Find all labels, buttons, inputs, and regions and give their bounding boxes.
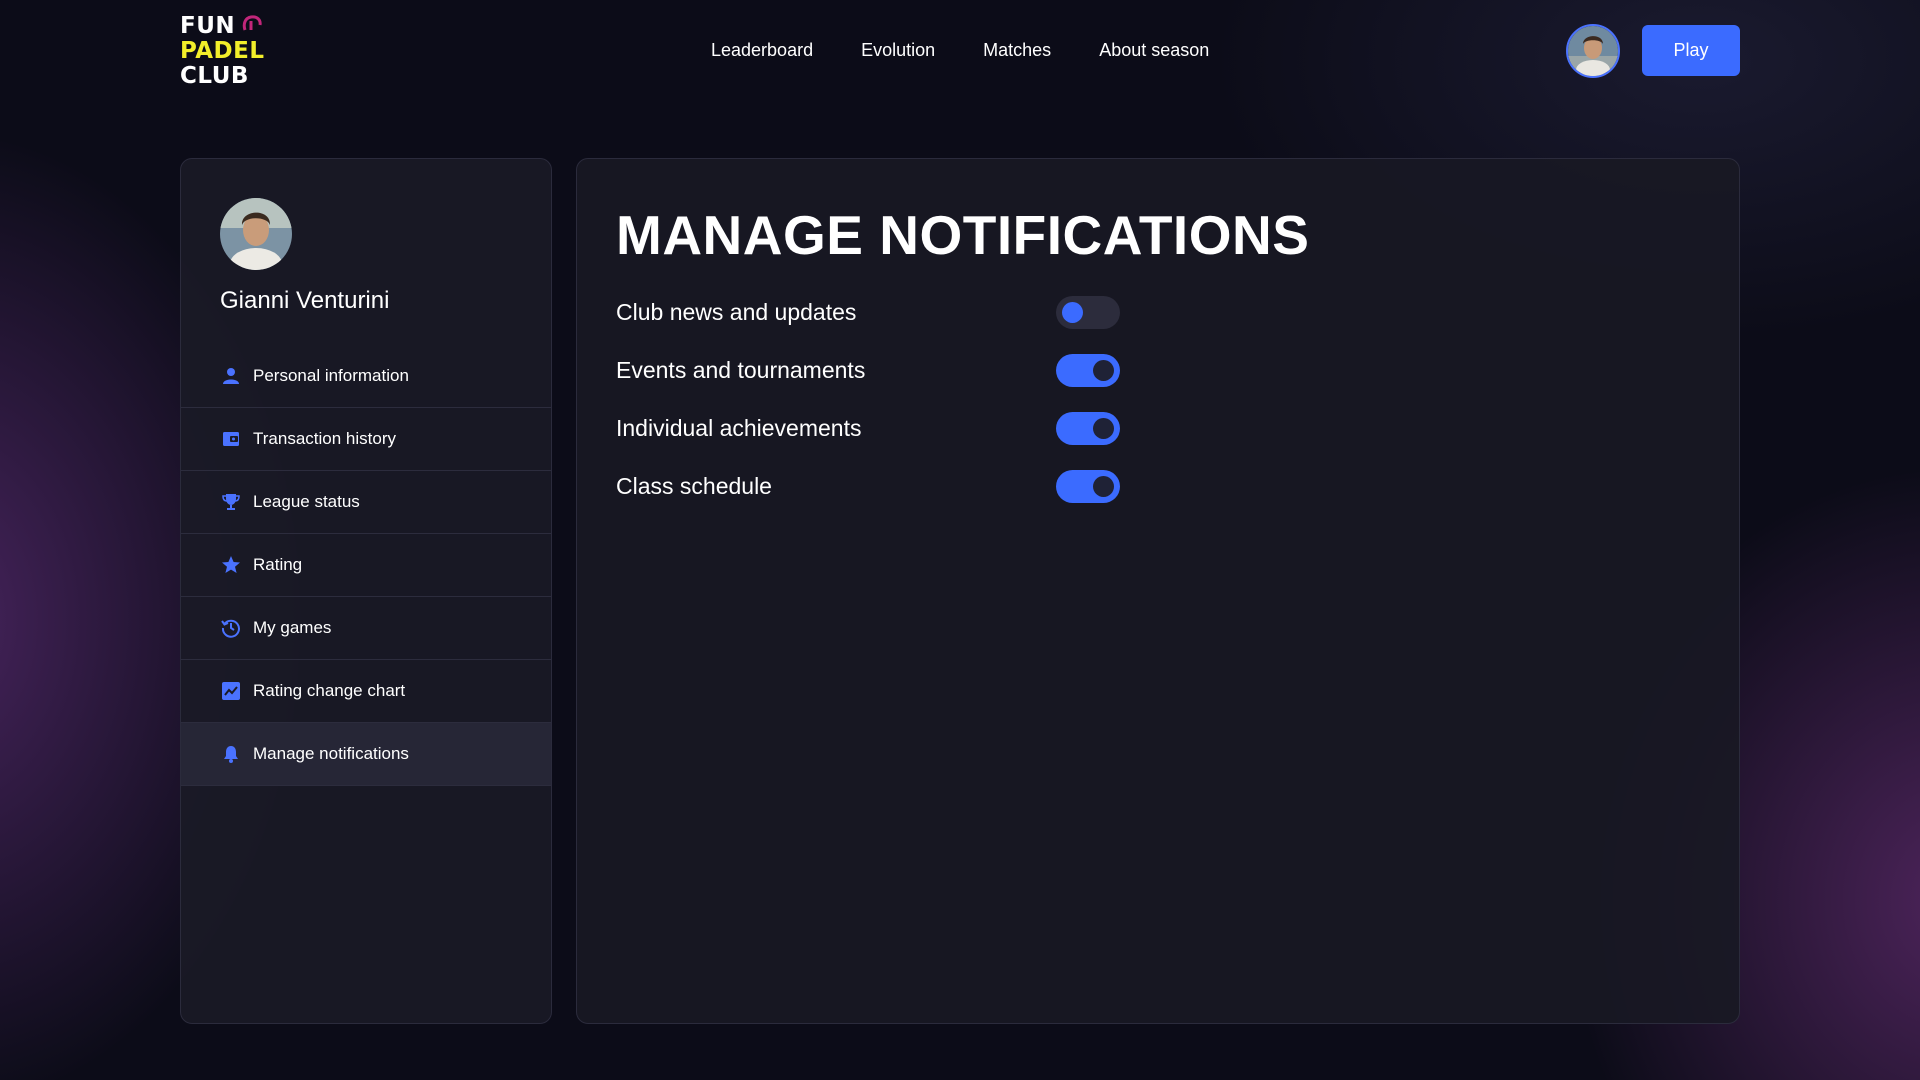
sidebar-item-label: Personal information [253, 366, 409, 385]
wallet-icon [221, 429, 241, 449]
history-icon [221, 618, 241, 638]
fun-padel-club-logo[interactable]: FUN PADEL CLUB [180, 14, 290, 90]
toggle-knob [1093, 476, 1114, 497]
toggle-knob [1062, 302, 1083, 323]
profile-name: Gianni Venturini [220, 287, 390, 314]
achievements-toggle[interactable] [1056, 412, 1120, 445]
nav-about-season[interactable]: About season [1099, 38, 1209, 62]
notifications-panel: MANAGE NOTIFICATIONS Club news and updat… [576, 158, 1740, 1024]
notification-row-class-schedule: Class schedule [616, 469, 1176, 505]
sidebar-item-manage-notifications[interactable]: Manage notifications [181, 723, 551, 786]
nav-evolution[interactable]: Evolution [861, 38, 935, 62]
notification-row-achievements: Individual achievements [616, 411, 1176, 447]
trophy-icon [221, 492, 241, 512]
page-title: MANAGE NOTIFICATIONS [616, 204, 1310, 266]
profile-sidebar: Gianni Venturini Personal information Tr… [180, 158, 552, 1024]
toggle-knob [1093, 360, 1114, 381]
chart-icon [221, 681, 241, 701]
star-icon [221, 555, 241, 575]
bell-icon [221, 744, 241, 764]
main-nav: Leaderboard Evolution Matches About seas… [711, 38, 1209, 62]
sidebar-item-label: League status [253, 492, 360, 511]
padel-racket-icon [242, 15, 262, 31]
notification-label: Club news and updates [616, 299, 857, 325]
nav-matches[interactable]: Matches [983, 38, 1051, 62]
top-header: FUN PADEL CLUB Leaderboard Evolution Mat… [0, 0, 1920, 110]
logo-line-3: CLUB [180, 63, 249, 89]
notification-label: Class schedule [616, 473, 772, 499]
sidebar-item-my-games[interactable]: My games [181, 597, 551, 660]
sidebar-item-label: Transaction history [253, 429, 396, 448]
notification-label: Individual achievements [616, 415, 862, 441]
notification-label: Events and tournaments [616, 357, 866, 383]
profile-avatar [220, 198, 292, 270]
logo-line-1: FUN [180, 13, 236, 39]
club-news-toggle[interactable] [1056, 296, 1120, 329]
class-schedule-toggle[interactable] [1056, 470, 1120, 503]
sidebar-item-label: Manage notifications [253, 744, 409, 763]
sidebar-item-rating[interactable]: Rating [181, 534, 551, 597]
user-photo-icon [1568, 26, 1618, 76]
sidebar-item-personal-information[interactable]: Personal information [181, 345, 551, 408]
events-toggle[interactable] [1056, 354, 1120, 387]
sidebar-item-transaction-history[interactable]: Transaction history [181, 408, 551, 471]
sidebar-item-league-status[interactable]: League status [181, 471, 551, 534]
nav-leaderboard[interactable]: Leaderboard [711, 38, 813, 62]
toggle-knob [1093, 418, 1114, 439]
notification-row-events: Events and tournaments [616, 353, 1176, 389]
sidebar-item-label: My games [253, 618, 332, 637]
user-icon [221, 366, 241, 386]
sidebar-item-label: Rating [253, 555, 303, 574]
user-photo-icon [220, 198, 292, 270]
header-user-avatar[interactable] [1566, 24, 1620, 78]
logo-line-2: PADEL [180, 38, 265, 64]
play-button[interactable]: Play [1642, 25, 1740, 76]
sidebar-item-rating-change-chart[interactable]: Rating change chart [181, 660, 551, 723]
sidebar-item-label: Rating change chart [253, 681, 406, 700]
notification-row-club-news: Club news and updates [616, 295, 1176, 331]
sidebar-menu: Personal information Transaction history… [181, 345, 551, 786]
